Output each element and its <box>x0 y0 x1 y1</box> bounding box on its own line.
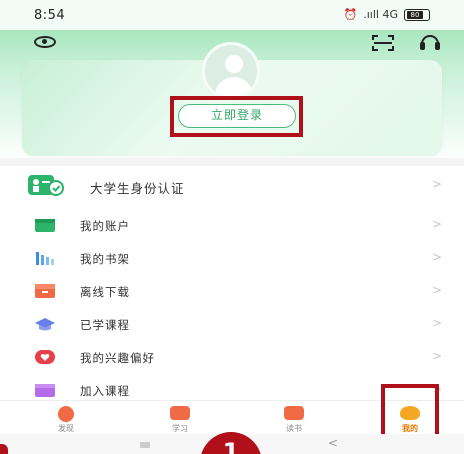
chevron-right-icon: > <box>432 283 443 297</box>
student-id-icon <box>28 175 64 196</box>
menu-item-label: 我的书架 <box>80 252 130 266</box>
status-icons: ⏰ .ııll 4G 80 <box>344 8 430 21</box>
wallet-icon <box>35 219 55 232</box>
discover-icon <box>58 406 74 422</box>
status-time: 8:54 <box>34 8 66 23</box>
menu-item-offline-download[interactable]: 离线下载 > <box>0 276 464 308</box>
menu-item-label: 离线下载 <box>80 285 130 299</box>
home-icon[interactable] <box>140 442 150 448</box>
chevron-right-icon: > <box>432 177 443 191</box>
section-divider <box>0 158 464 166</box>
menu-item-label: 已学课程 <box>80 318 130 332</box>
graduation-cap-icon <box>35 318 55 331</box>
edge-marker <box>0 444 8 454</box>
menu-item-label: 我的兴趣偏好 <box>80 351 155 365</box>
add-course-icon <box>35 384 55 397</box>
headset-icon[interactable] <box>420 34 440 52</box>
tab-label: 学习 <box>172 424 188 433</box>
alarm-icon: ⏰ <box>343 8 358 21</box>
back-icon[interactable]: < <box>328 436 338 450</box>
bookshelf-icon <box>36 252 54 265</box>
heart-icon <box>35 350 55 364</box>
menu-item-learned-courses[interactable]: 已学课程 > <box>0 309 464 341</box>
menu-item-bookshelf[interactable]: 我的书架 > <box>0 243 464 275</box>
reading-icon <box>284 406 304 420</box>
scan-icon[interactable] <box>372 35 394 51</box>
chevron-right-icon: > <box>432 316 443 330</box>
chevron-right-icon: > <box>432 217 443 231</box>
menu-item-interest-preferences[interactable]: 我的兴趣偏好 > <box>0 342 464 374</box>
battery-level: 80 <box>407 10 423 19</box>
study-icon <box>170 406 190 420</box>
menu-item-label: 我的账户 <box>80 219 130 233</box>
student-verify-row[interactable]: 大学生身份认证 > <box>0 170 464 202</box>
menu-item-label: 加入课程 <box>80 384 130 398</box>
avatar[interactable] <box>202 42 260 100</box>
eye-icon[interactable] <box>34 36 56 48</box>
signal-text: .ııll 4G <box>363 8 398 21</box>
step-number: 1 <box>222 438 240 454</box>
battery-icon: 80 <box>404 8 430 21</box>
chevron-right-icon: > <box>432 349 443 363</box>
tab-reading[interactable]: 读书 <box>264 401 324 435</box>
tab-study[interactable]: 学习 <box>150 401 210 435</box>
menu-item-account[interactable]: 我的账户 > <box>0 210 464 242</box>
student-verify-label: 大学生身份认证 <box>90 181 185 196</box>
status-bar: 8:54 ⏰ .ııll 4G 80 <box>0 0 464 30</box>
tab-label: 发现 <box>58 424 74 433</box>
tab-label: 读书 <box>286 424 302 433</box>
tab-discover[interactable]: 发现 <box>36 401 96 435</box>
login-button[interactable]: 立即登录 <box>178 104 296 128</box>
download-icon <box>35 284 55 298</box>
chevron-right-icon: > <box>432 250 443 264</box>
